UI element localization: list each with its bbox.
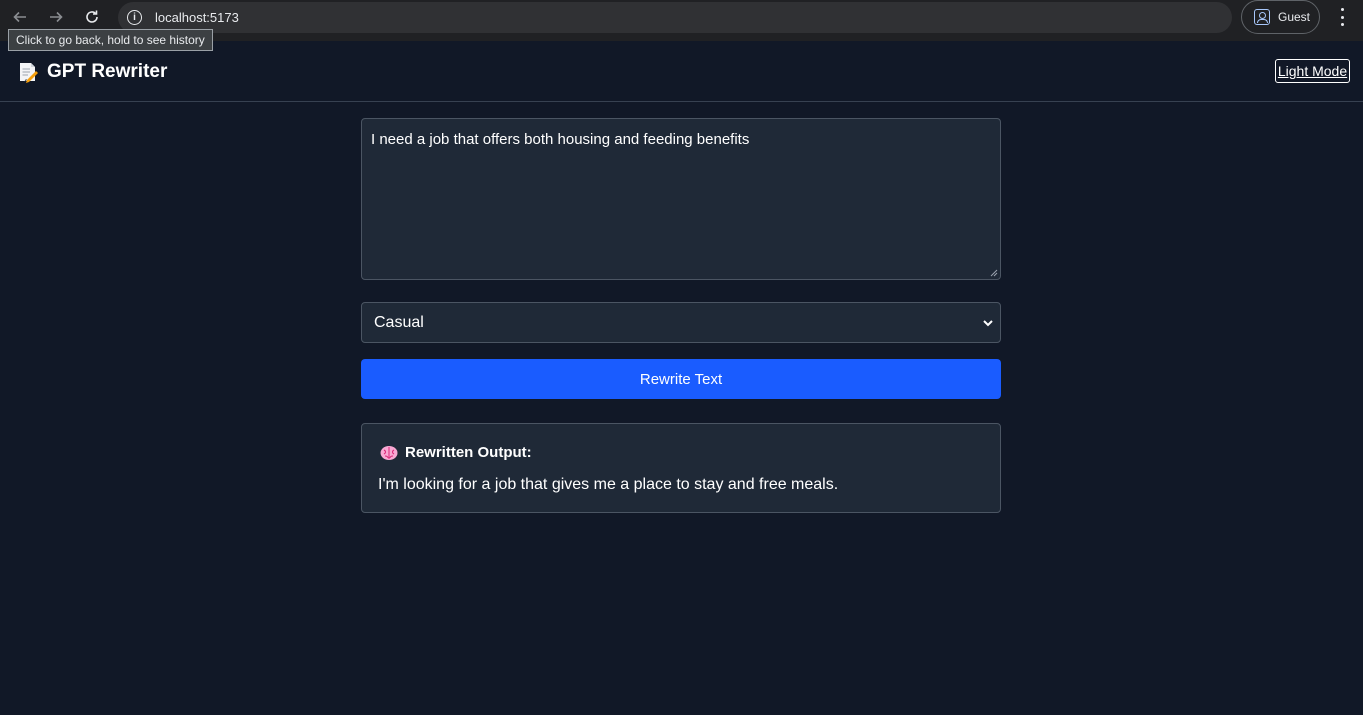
output-text: I'm looking for a job that gives me a pl… [378, 476, 839, 493]
input-text: I need a job that offers both housing an… [371, 131, 750, 148]
url-text: localhost:5173 [155, 10, 239, 25]
profile-label: Guest [1278, 10, 1311, 24]
forward-arrow-icon[interactable] [44, 5, 68, 29]
tone-select[interactable]: Casual [361, 302, 1001, 343]
resize-grip-icon[interactable] [990, 269, 998, 277]
profile-icon [1254, 9, 1270, 25]
back-button-tooltip: Click to go back, hold to see history [8, 29, 213, 51]
address-bar[interactable]: i localhost:5173 [118, 2, 1232, 33]
light-mode-toggle[interactable]: Light Mode [1275, 59, 1350, 83]
back-arrow-icon[interactable] [8, 5, 32, 29]
brain-icon [380, 446, 398, 460]
input-textarea[interactable]: I need a job that offers both housing an… [361, 118, 1001, 280]
profile-button[interactable]: Guest [1241, 0, 1320, 34]
tone-selected-value: Casual [374, 313, 424, 331]
rewrite-button[interactable]: Rewrite Text [361, 359, 1001, 399]
more-menu-icon[interactable] [1334, 8, 1350, 26]
reload-icon[interactable] [80, 5, 104, 29]
output-heading: Rewritten Output: [405, 444, 532, 461]
app-title: GPT Rewriter [47, 61, 168, 82]
memo-icon [20, 63, 38, 83]
site-info-icon[interactable]: i [127, 10, 142, 25]
output-card: Rewritten Output: I'm looking for a job … [361, 423, 1001, 513]
chevron-down-icon [983, 320, 993, 327]
